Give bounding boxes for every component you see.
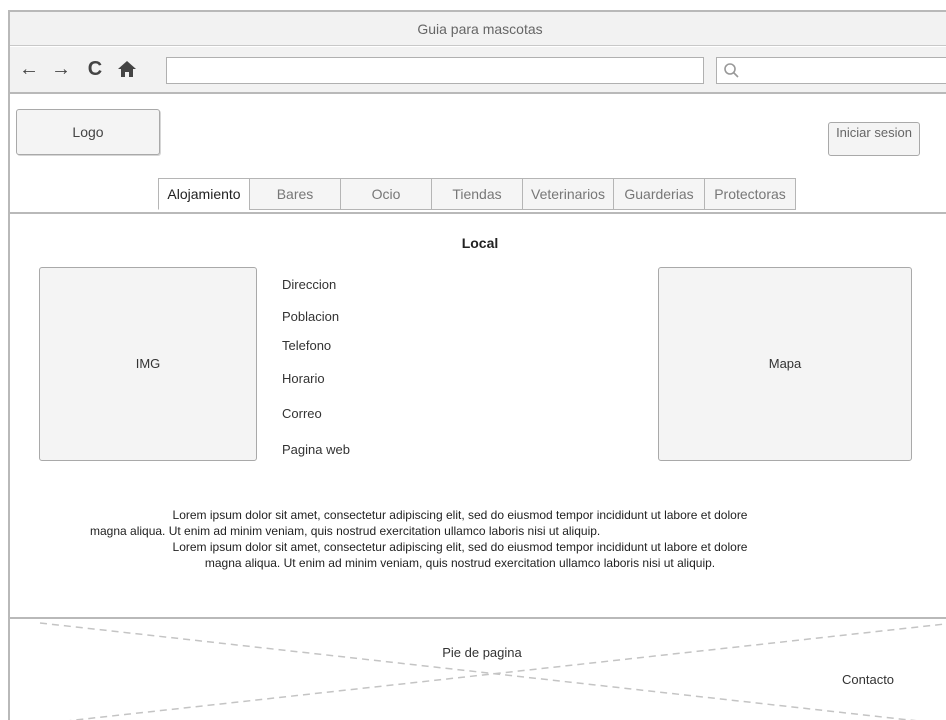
window-title: Guia para mascotas: [417, 21, 543, 37]
tab-bares[interactable]: Bares: [249, 178, 341, 210]
main-content: Local IMG Direccion Poblacion Telefono H…: [10, 215, 946, 619]
tab-guarderias[interactable]: Guarderias: [613, 178, 705, 210]
footer: Pie de pagina Contacto: [10, 617, 946, 720]
search-input[interactable]: [716, 57, 946, 84]
info-direccion: Direccion: [282, 277, 337, 292]
description-line: Lorem ipsum dolor sit amet, consectetur …: [172, 508, 748, 522]
tab-tiendas[interactable]: Tiendas: [431, 178, 523, 210]
address-bar[interactable]: [166, 57, 704, 84]
browser-window: Guia para mascotas ← → C Logo Iniciar se…: [8, 10, 946, 720]
home-icon[interactable]: [116, 57, 138, 81]
browser-toolbar: ← → C: [10, 47, 946, 94]
page-title: Local: [461, 235, 499, 251]
description-line: Lorem ipsum dolor sit amet, consectetur …: [172, 540, 748, 554]
tab-veterinarios[interactable]: Veterinarios: [522, 178, 614, 210]
footer-placeholder-cross: [39, 622, 946, 720]
tab-alojamiento[interactable]: Alojamiento: [158, 178, 250, 210]
reload-icon[interactable]: C: [84, 57, 106, 81]
info-correo: Correo: [282, 406, 322, 421]
search-icon: [724, 63, 739, 78]
footer-label: Pie de pagina: [442, 645, 522, 660]
arrow-right-icon[interactable]: →: [50, 57, 72, 81]
info-telefono: Telefono: [282, 338, 332, 353]
arrow-left-icon[interactable]: ←: [18, 57, 40, 81]
contact-link[interactable]: Contacto: [842, 672, 894, 687]
description-text: Lorem ipsum dolor sit amet, consectetur …: [10, 507, 910, 571]
category-tabs: Alojamiento Bares Ocio Tiendas Veterinar…: [158, 178, 796, 210]
description-line: magna aliqua. Ut enim ad minim veniam, q…: [90, 524, 601, 538]
info-pagina-web[interactable]: Pagina web: [282, 442, 350, 457]
tab-protectoras[interactable]: Protectoras: [704, 178, 796, 210]
map-placeholder[interactable]: Mapa: [658, 267, 912, 461]
logo[interactable]: Logo: [16, 109, 160, 155]
image-placeholder: IMG: [39, 267, 257, 461]
tab-ocio[interactable]: Ocio: [340, 178, 432, 210]
login-button[interactable]: Iniciar sesion: [828, 122, 920, 156]
info-horario: Horario: [282, 371, 325, 386]
site-header: Logo Iniciar sesion Alojamiento Bares Oc…: [10, 96, 946, 214]
window-titlebar: Guia para mascotas: [10, 12, 946, 46]
description-line: magna aliqua. Ut enim ad minim veniam, q…: [204, 556, 716, 570]
info-poblacion: Poblacion: [282, 309, 340, 324]
